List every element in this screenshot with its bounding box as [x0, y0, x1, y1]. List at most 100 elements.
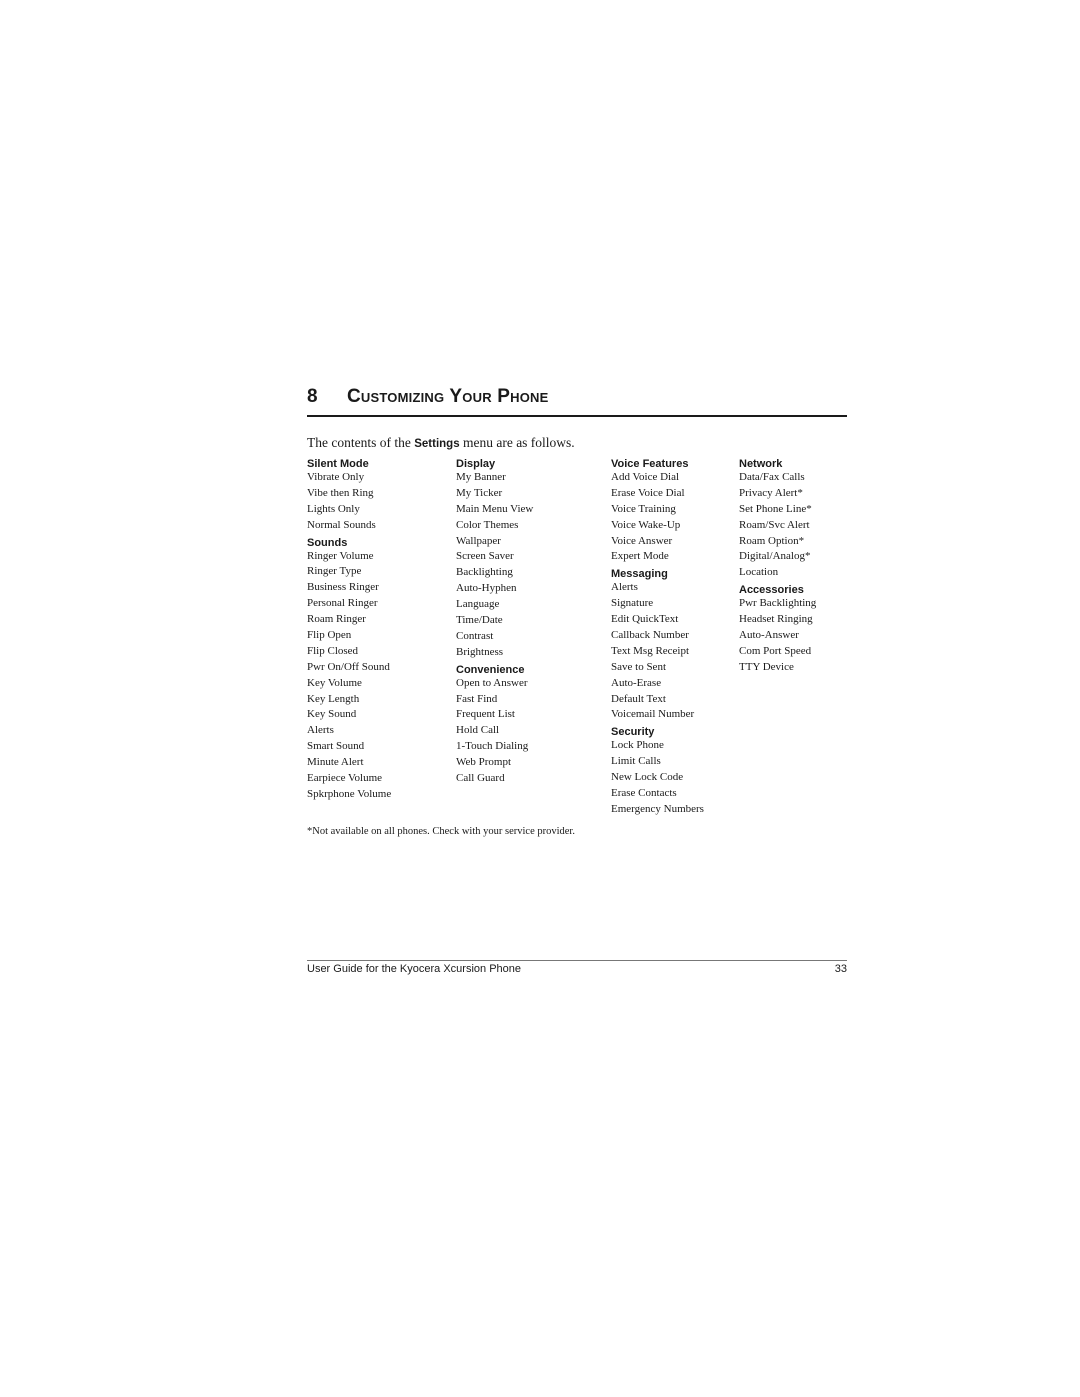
menu-item: Backlighting	[456, 566, 513, 579]
settings-section: Convenience Open to Answer Fast Find Freque…	[456, 664, 533, 787]
menu-item: Ringer Volume	[307, 549, 374, 562]
section-heading: Sounds	[307, 536, 348, 549]
menu-item: Web Prompt	[456, 756, 512, 769]
settings-column-1: Silent Mode Vibrate Only Vibe then Ring Lig…	[307, 458, 391, 806]
menu-item: Erase Contacts	[611, 787, 677, 800]
settings-keyword: Settings	[414, 438, 460, 450]
menu-item: Contrast	[456, 629, 494, 642]
chapter-heading: 8 Customizing Your Phone	[307, 386, 847, 416]
menu-item: Ringer Type	[307, 565, 362, 578]
menu-item: Earpiece Volume	[307, 772, 383, 785]
section-heading: Messaging	[611, 568, 668, 581]
intro-paragraph: The contents of the Settings menu are as…	[307, 435, 575, 451]
menu-item: Screen Saver	[456, 550, 514, 563]
page-number: 33	[834, 963, 847, 975]
menu-item: Pwr Backlighting	[739, 597, 817, 610]
menu-item: Default Text	[611, 692, 666, 705]
menu-item: Expert Mode	[611, 550, 669, 563]
menu-item: Callback Number	[611, 629, 689, 642]
menu-item: Data/Fax Calls	[739, 471, 805, 483]
menu-item: Fast Find	[456, 692, 498, 705]
menu-item: Call Guard	[456, 772, 505, 785]
menu-item: Limit Calls	[611, 755, 661, 768]
menu-item: Alerts	[307, 724, 334, 737]
menu-item: Save to Sent	[611, 660, 666, 673]
menu-item: Business Ringer	[307, 581, 379, 594]
menu-item: Pwr On/Off Sound	[307, 660, 390, 673]
settings-column-4: Network Data/Fax Calls Privacy Alert* Set P…	[739, 458, 816, 679]
menu-item: Wallpaper	[456, 534, 501, 547]
section-heading: Convenience	[456, 663, 525, 676]
menu-item: My Ticker	[456, 486, 503, 499]
menu-item: TTY Device	[739, 660, 794, 673]
menu-item: Text Msg Receipt	[611, 644, 690, 657]
menu-item: Signature	[611, 597, 654, 610]
menu-item: Smart Sound	[307, 740, 365, 753]
menu-item: Edit QuickText	[611, 613, 679, 626]
manual-page: 8 Customizing Your Phone The contents of…	[0, 0, 1080, 1397]
chapter-title: Customizing Your Phone	[347, 386, 549, 407]
menu-item: Key Volume	[307, 676, 362, 689]
settings-section: Sounds Ringer Volume Ringer Type Business R…	[307, 537, 391, 803]
menu-item: Privacy Alert*	[739, 486, 803, 499]
chapter-divider	[307, 415, 847, 417]
menu-item: Minute Alert	[307, 756, 364, 769]
menu-item: Time/Date	[456, 614, 503, 627]
menu-item: Roam Option*	[739, 534, 805, 547]
menu-item: Hold Call	[456, 724, 500, 737]
section-heading: Silent Mode	[307, 458, 369, 470]
menu-item: Flip Closed	[307, 644, 359, 657]
settings-section: Messaging Alerts Signature Edit QuickText Ca…	[611, 568, 704, 723]
menu-item: Color Themes	[456, 518, 519, 531]
section-heading: Display	[456, 458, 496, 470]
menu-item: Open to Answer	[456, 676, 528, 689]
menu-item: Key Sound	[307, 708, 357, 721]
menu-item: Lock Phone	[611, 739, 664, 752]
intro-text-after: menu are as follows.	[459, 435, 575, 450]
menu-item: Auto-Erase	[611, 676, 662, 689]
menu-item: Headset Ringing	[739, 613, 813, 626]
settings-column-3: Voice Features Add Voice Dial Erase Voice …	[611, 458, 704, 821]
section-heading: Voice Features	[611, 458, 689, 470]
menu-item: Vibe then Ring	[307, 486, 374, 499]
menu-item: Personal Ringer	[307, 597, 378, 610]
menu-item: 1-Touch Dialing	[456, 740, 529, 753]
menu-item: Frequent List	[456, 708, 515, 721]
menu-item: Erase Voice Dial	[611, 486, 685, 499]
section-heading: Network	[739, 458, 783, 470]
footer-divider	[307, 960, 847, 961]
menu-item: Add Voice Dial	[611, 471, 680, 483]
menu-item: Flip Open	[307, 629, 352, 642]
menu-item: Auto-Answer	[739, 629, 799, 642]
menu-item: Lights Only	[307, 502, 360, 515]
menu-item: Alerts	[611, 581, 638, 594]
menu-item: Key Length	[307, 692, 360, 705]
menu-item: Spkrphone Volume	[307, 787, 392, 800]
menu-item: Set Phone Line*	[739, 502, 812, 515]
settings-section: Network Data/Fax Calls Privacy Alert* Set P…	[739, 458, 816, 581]
menu-item: Auto-Hyphen	[456, 582, 517, 595]
settings-section: Display My Banner My Ticker Main Menu View C…	[456, 458, 533, 661]
settings-section: Voice Features Add Voice Dial Erase Voice …	[611, 458, 704, 565]
menu-item: Voicemail Number	[611, 708, 695, 721]
menu-item: Location	[739, 566, 779, 579]
menu-item: Roam/Svc Alert	[739, 518, 810, 531]
settings-section: Accessories Pwr Backlighting Headset Ringi…	[739, 584, 816, 675]
menu-item: Roam Ringer	[307, 613, 366, 626]
settings-column-2: Display My Banner My Ticker Main Menu View C…	[456, 458, 533, 790]
menu-item: Voice Answer	[611, 534, 673, 547]
menu-item: Brightness	[456, 645, 504, 658]
footer-title: User Guide for the Kyocera Xcursion Phon…	[307, 963, 522, 975]
menu-item: Voice Training	[611, 502, 676, 515]
menu-item: Vibrate Only	[307, 471, 365, 483]
menu-item: Language	[456, 598, 500, 611]
intro-text-before: The contents of the	[307, 435, 415, 450]
menu-item: Main Menu View	[456, 502, 534, 515]
settings-section: Security Lock Phone Limit Calls New Lock Co…	[611, 726, 704, 817]
footnote: *Not available on all phones. Check with…	[307, 826, 575, 837]
menu-item: New Lock Code	[611, 771, 684, 784]
settings-section: Silent Mode Vibrate Only Vibe then Ring Lig…	[307, 458, 391, 534]
menu-item: Normal Sounds	[307, 518, 376, 531]
menu-item: My Banner	[456, 471, 506, 483]
chapter-number: 8	[307, 386, 318, 407]
